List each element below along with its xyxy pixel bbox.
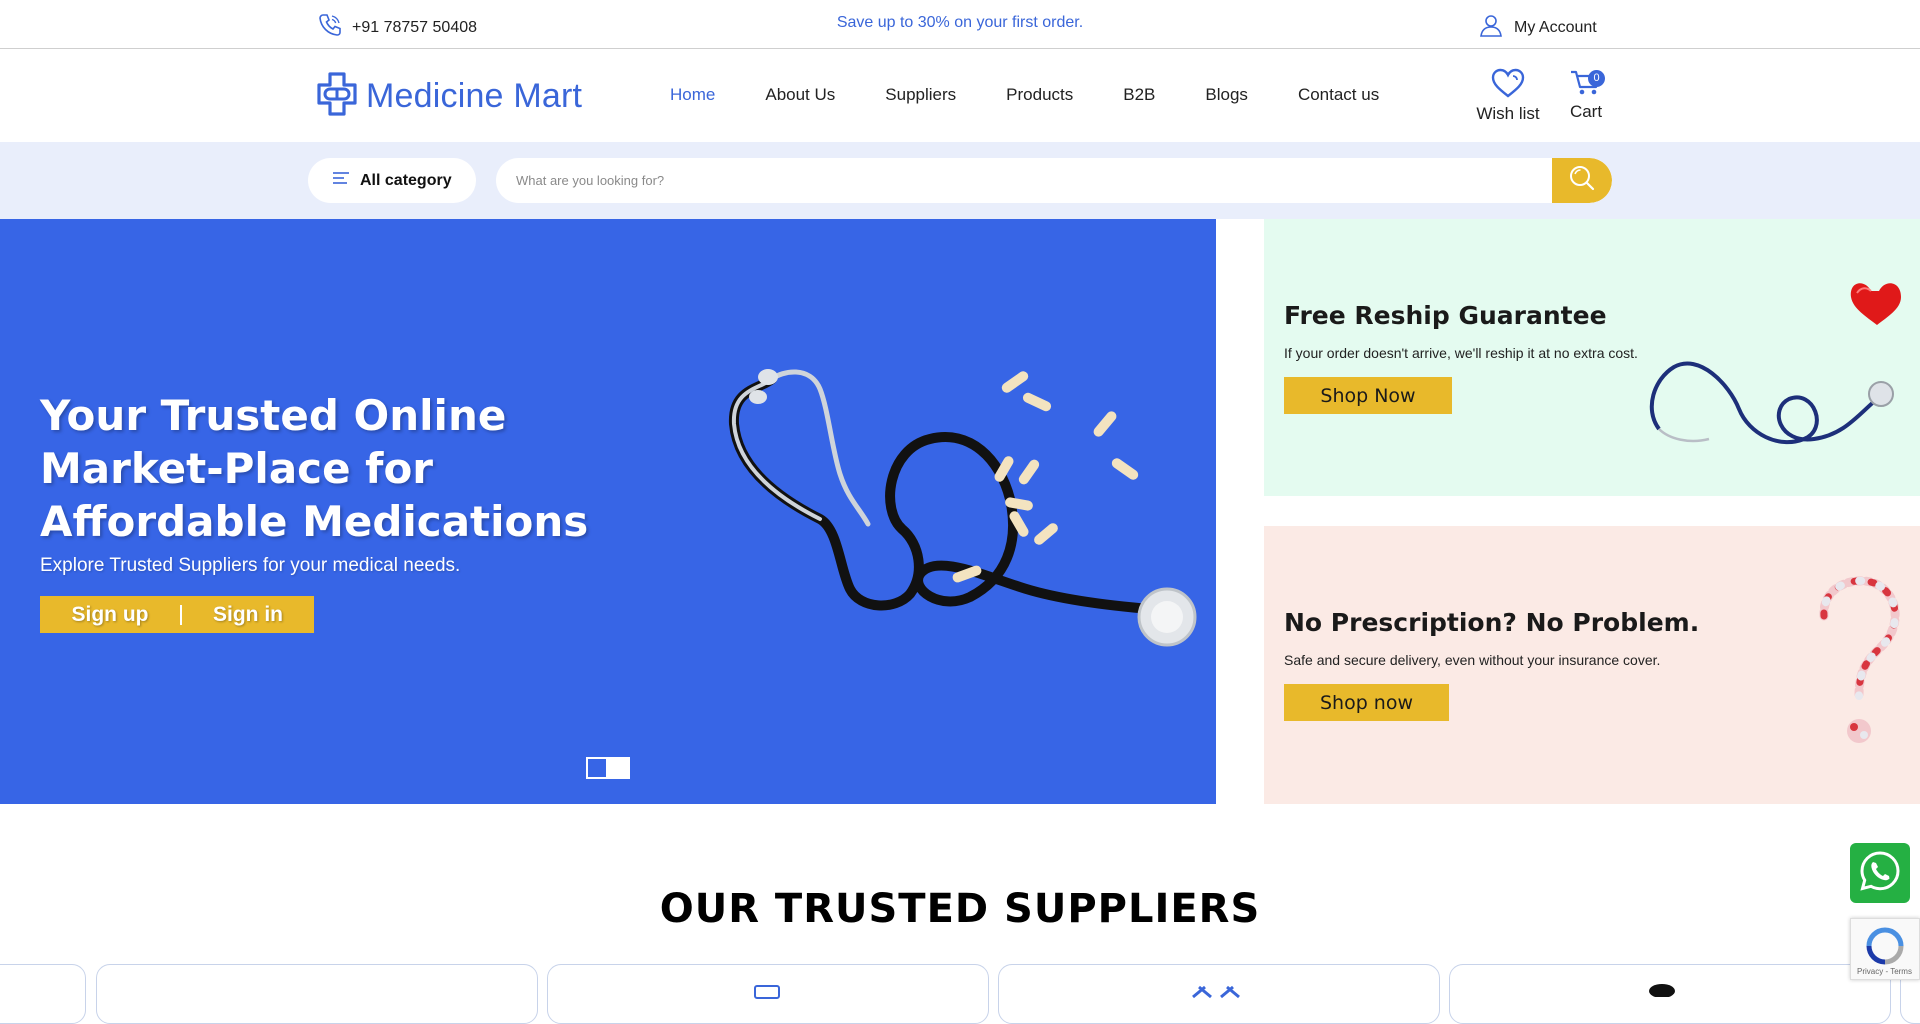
slider-dots [586,757,630,779]
promo-text: Save up to 30% on your first order. [836,14,1084,31]
all-category-button[interactable]: All category [308,158,476,203]
recaptcha-icon [1865,927,1905,970]
supplier-logo-icon [1646,981,1678,1002]
logo-text: Medicine Mart [366,77,583,115]
search-button[interactable] [1552,158,1612,203]
promo-title: No Prescription? No Problem. [1284,608,1700,637]
phone-icon [317,12,343,43]
promo-description: Safe and secure delivery, even without y… [1284,652,1661,668]
user-icon [1478,12,1504,43]
recaptcha-links[interactable]: Privacy - Terms [1857,967,1912,976]
hero-subtitle: Explore Trusted Suppliers for your medic… [40,555,461,576]
search-input[interactable] [496,158,1552,203]
shop-now-button[interactable]: Shop now [1284,684,1449,721]
slide-dot-1[interactable] [586,757,608,779]
promo-title: Free Reship Guarantee [1284,301,1607,330]
whatsapp-chat-button[interactable] [1850,843,1910,903]
stethoscope-heart-image [1639,269,1919,474]
medical-cross-logo-icon [316,72,358,121]
nav-products[interactable]: Products [1006,85,1073,105]
cart-count-badge: 0 [1588,70,1605,87]
my-account-label: My Account [1514,18,1597,36]
nav-blogs[interactable]: Blogs [1205,85,1248,105]
supplier-logo-icon [754,985,780,1004]
supplier-card[interactable] [96,964,538,1024]
hero-banner: Your Trusted Online Market-Place for Aff… [0,219,1216,804]
site-logo[interactable]: Medicine Mart [316,72,582,121]
wishlist-label: Wish list [1476,104,1540,123]
promo-description: If your order doesn't arrive, we'll resh… [1284,345,1638,361]
menu-lines-icon [332,171,350,190]
my-account-link[interactable]: My Account [1478,12,1597,43]
cart-button[interactable]: 0 Cart [1566,68,1606,122]
pills-question-mark-image [1804,571,1914,766]
promo-card-no-prescription: No Prescription? No Problem. Safe and se… [1264,526,1920,804]
search-icon [1568,164,1596,197]
all-category-label: All category [360,171,452,189]
whatsapp-icon [1858,849,1902,898]
slide-dot-2[interactable] [608,757,630,779]
heart-icon [1491,68,1525,102]
wishlist-button[interactable]: Wish list [1475,68,1541,124]
supplier-logo-icon [1191,985,1241,1004]
promo-card-reship: Free Reship Guarantee If your order does… [1264,219,1920,496]
nav-suppliers[interactable]: Suppliers [885,85,956,105]
cart-label: Cart [1569,102,1603,121]
supplier-card[interactable] [998,964,1440,1024]
promo-banner-text: Save up to 30% on your first order. [0,14,1920,32]
supplier-card[interactable] [547,964,989,1024]
nav-b2b[interactable]: B2B [1123,85,1155,105]
main-header: Medicine Mart Home About Us Suppliers Pr… [0,50,1920,142]
supplier-card[interactable] [0,964,86,1024]
hero-title: Your Trusted Online Market-Place for Aff… [40,391,589,546]
nav-home[interactable]: Home [670,85,715,105]
sign-up-button[interactable]: Sign up [40,603,180,627]
main-nav: Home About Us Suppliers Products B2B Blo… [670,85,1429,105]
nav-about-us[interactable]: About Us [765,85,835,105]
sign-in-button[interactable]: Sign in [182,603,314,627]
supplier-card[interactable] [1449,964,1891,1024]
search-box [496,158,1612,203]
suppliers-section-title: OUR TRUSTED SUPPLIERS [659,886,1261,932]
shop-now-button[interactable]: Shop Now [1284,377,1452,414]
nav-contact-us[interactable]: Contact us [1298,85,1379,105]
hero-auth-buttons: Sign up Sign in [40,596,314,633]
phone-number: +91 78757 50408 [352,18,478,36]
search-strip: All category [0,142,1920,219]
recaptcha-badge[interactable]: Privacy - Terms [1850,918,1920,980]
stethoscope-pills-illustration [720,349,1200,674]
phone-contact[interactable]: +91 78757 50408 [317,12,477,43]
top-bar: +91 78757 50408 Save up to 30% on your f… [0,0,1920,49]
